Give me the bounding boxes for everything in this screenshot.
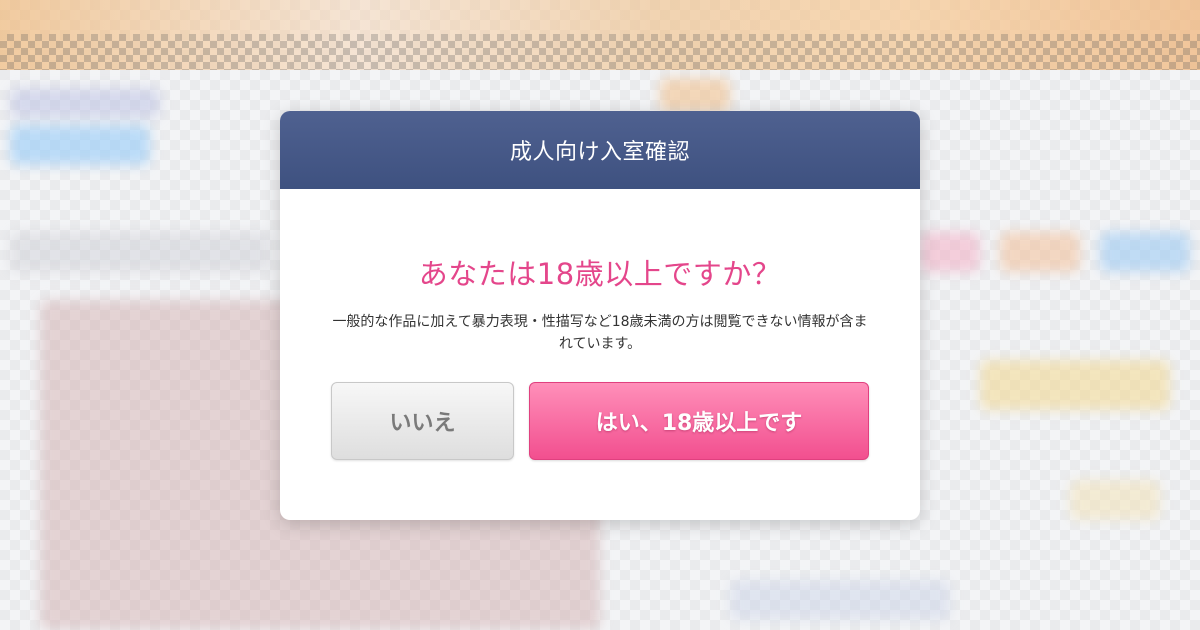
dialog-header: 成人向け入室確認: [280, 111, 920, 189]
blurred-block: [1000, 232, 1080, 272]
blurred-block: [980, 360, 1170, 410]
blurred-block: [1070, 480, 1160, 520]
dialog-body: あなたは18歳以上ですか？ 一般的な作品に加えて暴力表現・性描写など18歳未満の…: [280, 251, 920, 355]
blurred-block: [10, 125, 150, 165]
content-warning-text: 一般的な作品に加えて暴力表現・性描写など18歳未満の方は閲覧できない情報が含まれ…: [332, 314, 868, 352]
blurred-block: [10, 88, 160, 118]
age-question: あなたは18歳以上ですか？: [418, 257, 782, 291]
blurred-block: [10, 232, 270, 272]
age-verification-dialog: 成人向け入室確認 あなたは18歳以上ですか？ 一般的な作品に加えて暴力表現・性描…: [280, 111, 920, 520]
blurred-top-bar: [0, 0, 1200, 70]
blurred-block: [660, 78, 730, 112]
yes-over-18-button[interactable]: はい、18歳以上です: [529, 382, 869, 460]
no-button[interactable]: いいえ: [331, 382, 514, 460]
blurred-block: [920, 232, 980, 272]
blurred-block: [730, 580, 950, 620]
dialog-buttons: いいえ はい、18歳以上です: [331, 382, 869, 460]
dialog-title: 成人向け入室確認: [509, 140, 690, 165]
blurred-block: [1100, 232, 1190, 272]
